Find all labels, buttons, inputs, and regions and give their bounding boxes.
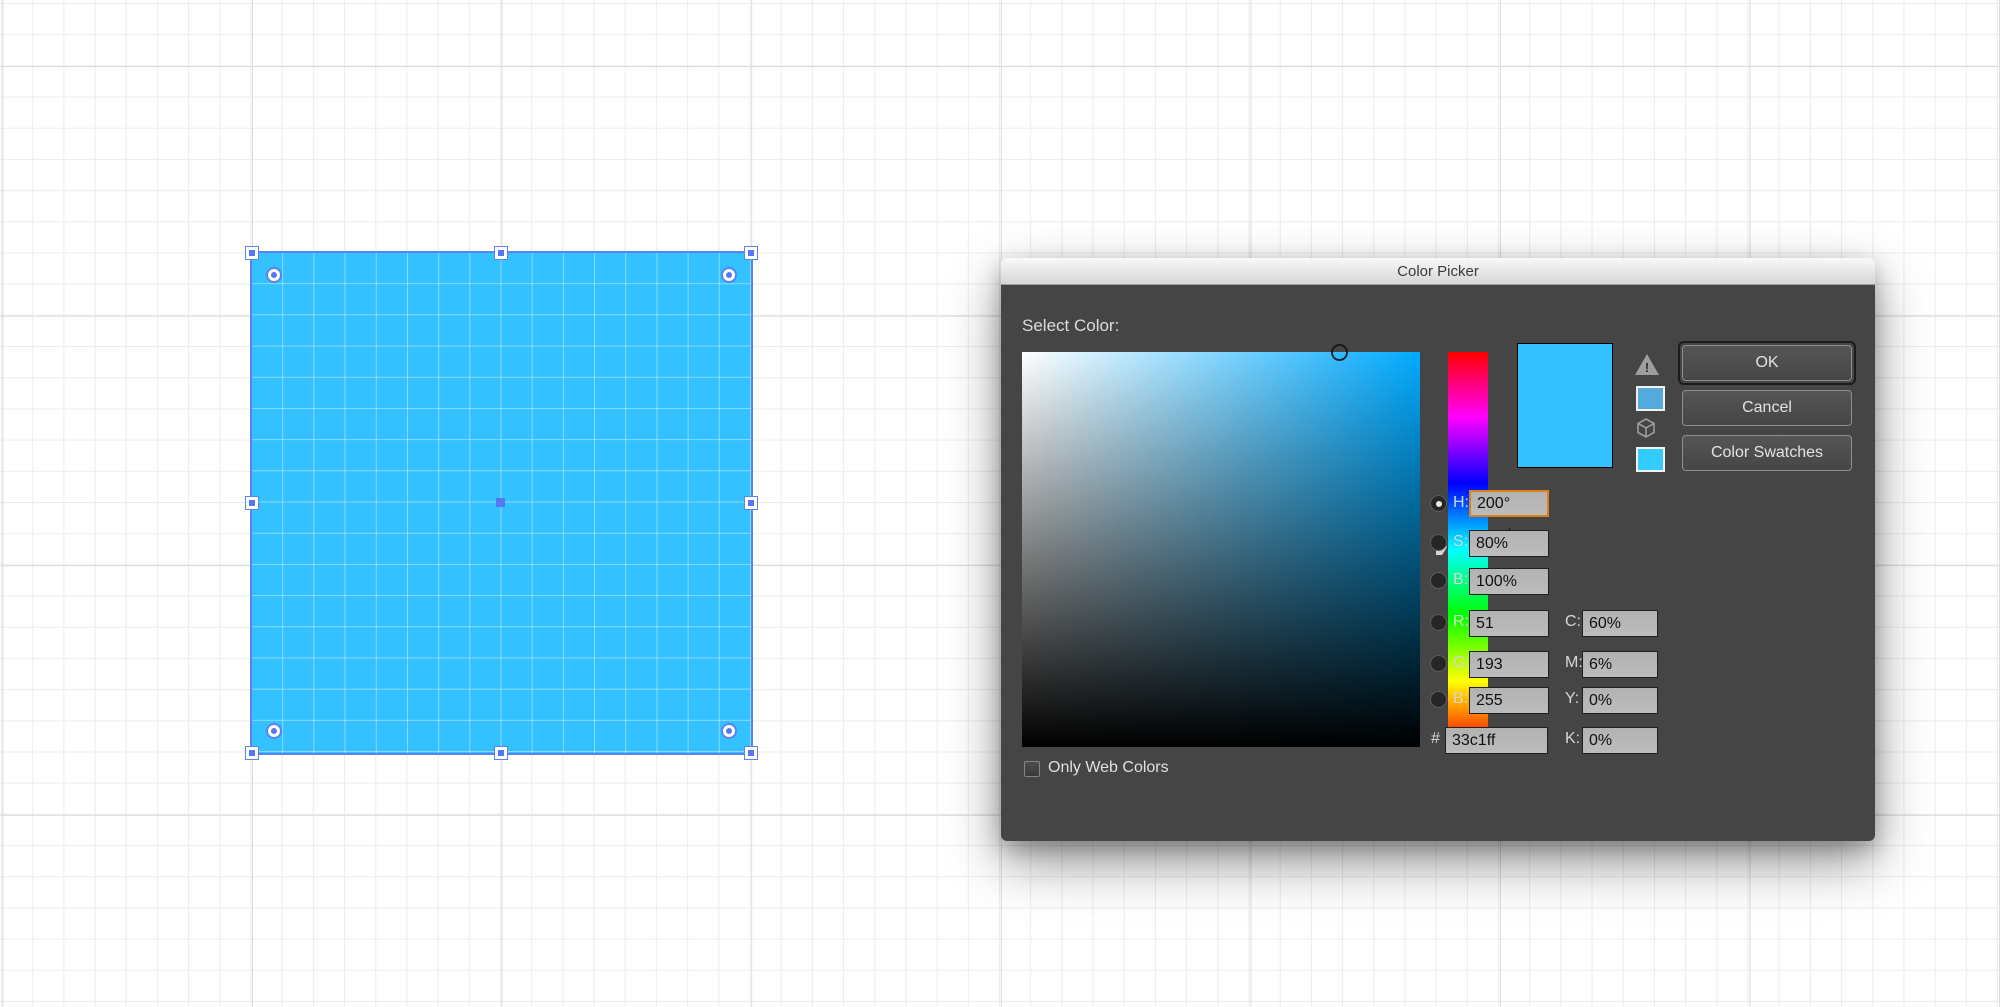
selection-handle[interactable] [245, 496, 259, 510]
k-input[interactable] [1582, 727, 1658, 754]
cancel-button[interactable]: Cancel [1682, 390, 1852, 426]
corner-widget[interactable] [266, 723, 282, 739]
corner-widget[interactable] [721, 267, 737, 283]
b-input[interactable] [1469, 568, 1549, 595]
color-picker-dialog: Color Picker Select Color: ! OK Cancel C… [1001, 258, 1875, 841]
r-label: R: [1453, 613, 1469, 631]
h-radio[interactable] [1430, 495, 1447, 512]
y-label: Y: [1565, 690, 1579, 708]
b-radio[interactable] [1430, 572, 1447, 589]
saturation-brightness-field[interactable] [1022, 352, 1420, 747]
select-color-label: Select Color: [1022, 316, 1119, 336]
s-input[interactable] [1469, 530, 1549, 557]
b-rgb-input[interactable] [1469, 687, 1549, 714]
b-rgb-label: B: [1453, 690, 1468, 708]
selection-handle[interactable] [744, 246, 758, 260]
hex-label: # [1431, 730, 1440, 748]
s-label: S: [1453, 533, 1468, 551]
selection-handle[interactable] [494, 246, 508, 260]
center-point [496, 498, 505, 507]
b-label: B: [1453, 571, 1468, 589]
selection-handle[interactable] [245, 746, 259, 760]
m-input[interactable] [1582, 651, 1658, 678]
selection-handle[interactable] [494, 746, 508, 760]
r-input[interactable] [1469, 610, 1549, 637]
ok-button[interactable]: OK [1682, 345, 1852, 381]
gamut-warning-icon: ! [1635, 354, 1659, 375]
selection-handle[interactable] [245, 246, 259, 260]
gamut-swatch[interactable] [1636, 386, 1665, 411]
s-radio[interactable] [1430, 534, 1447, 551]
only-web-colors-label: Only Web Colors [1048, 759, 1169, 777]
g-input[interactable] [1469, 651, 1549, 678]
m-label: M: [1565, 654, 1583, 672]
dialog-body: Select Color: ! OK Cancel Color Swatches… [1001, 285, 1875, 841]
corner-widget[interactable] [721, 723, 737, 739]
selection-handle[interactable] [744, 496, 758, 510]
corner-widget[interactable] [266, 267, 282, 283]
b-rgb-radio[interactable] [1430, 691, 1447, 708]
dialog-titlebar[interactable]: Color Picker [1001, 258, 1875, 285]
y-input[interactable] [1582, 687, 1658, 714]
ok-button-ring: OK [1678, 341, 1856, 385]
artboard-canvas: Color Picker Select Color: ! OK Cancel C… [0, 0, 2000, 1007]
h-input[interactable] [1469, 490, 1549, 517]
k-label: K: [1565, 730, 1580, 748]
selection-handle[interactable] [744, 746, 758, 760]
r-radio[interactable] [1430, 614, 1447, 631]
g-radio[interactable] [1430, 655, 1447, 672]
new-color-preview [1517, 343, 1613, 468]
color-swatches-button[interactable]: Color Swatches [1682, 435, 1852, 471]
web-safe-swatch[interactable] [1636, 447, 1665, 472]
web-color-cube-icon [1635, 417, 1657, 439]
h-label: H: [1453, 494, 1469, 512]
c-input[interactable] [1582, 610, 1658, 637]
only-web-colors-checkbox[interactable] [1024, 761, 1040, 777]
c-label: C: [1565, 613, 1581, 631]
color-field-marker[interactable] [1331, 344, 1348, 361]
hex-input[interactable] [1445, 727, 1548, 754]
g-label: G: [1453, 654, 1470, 672]
